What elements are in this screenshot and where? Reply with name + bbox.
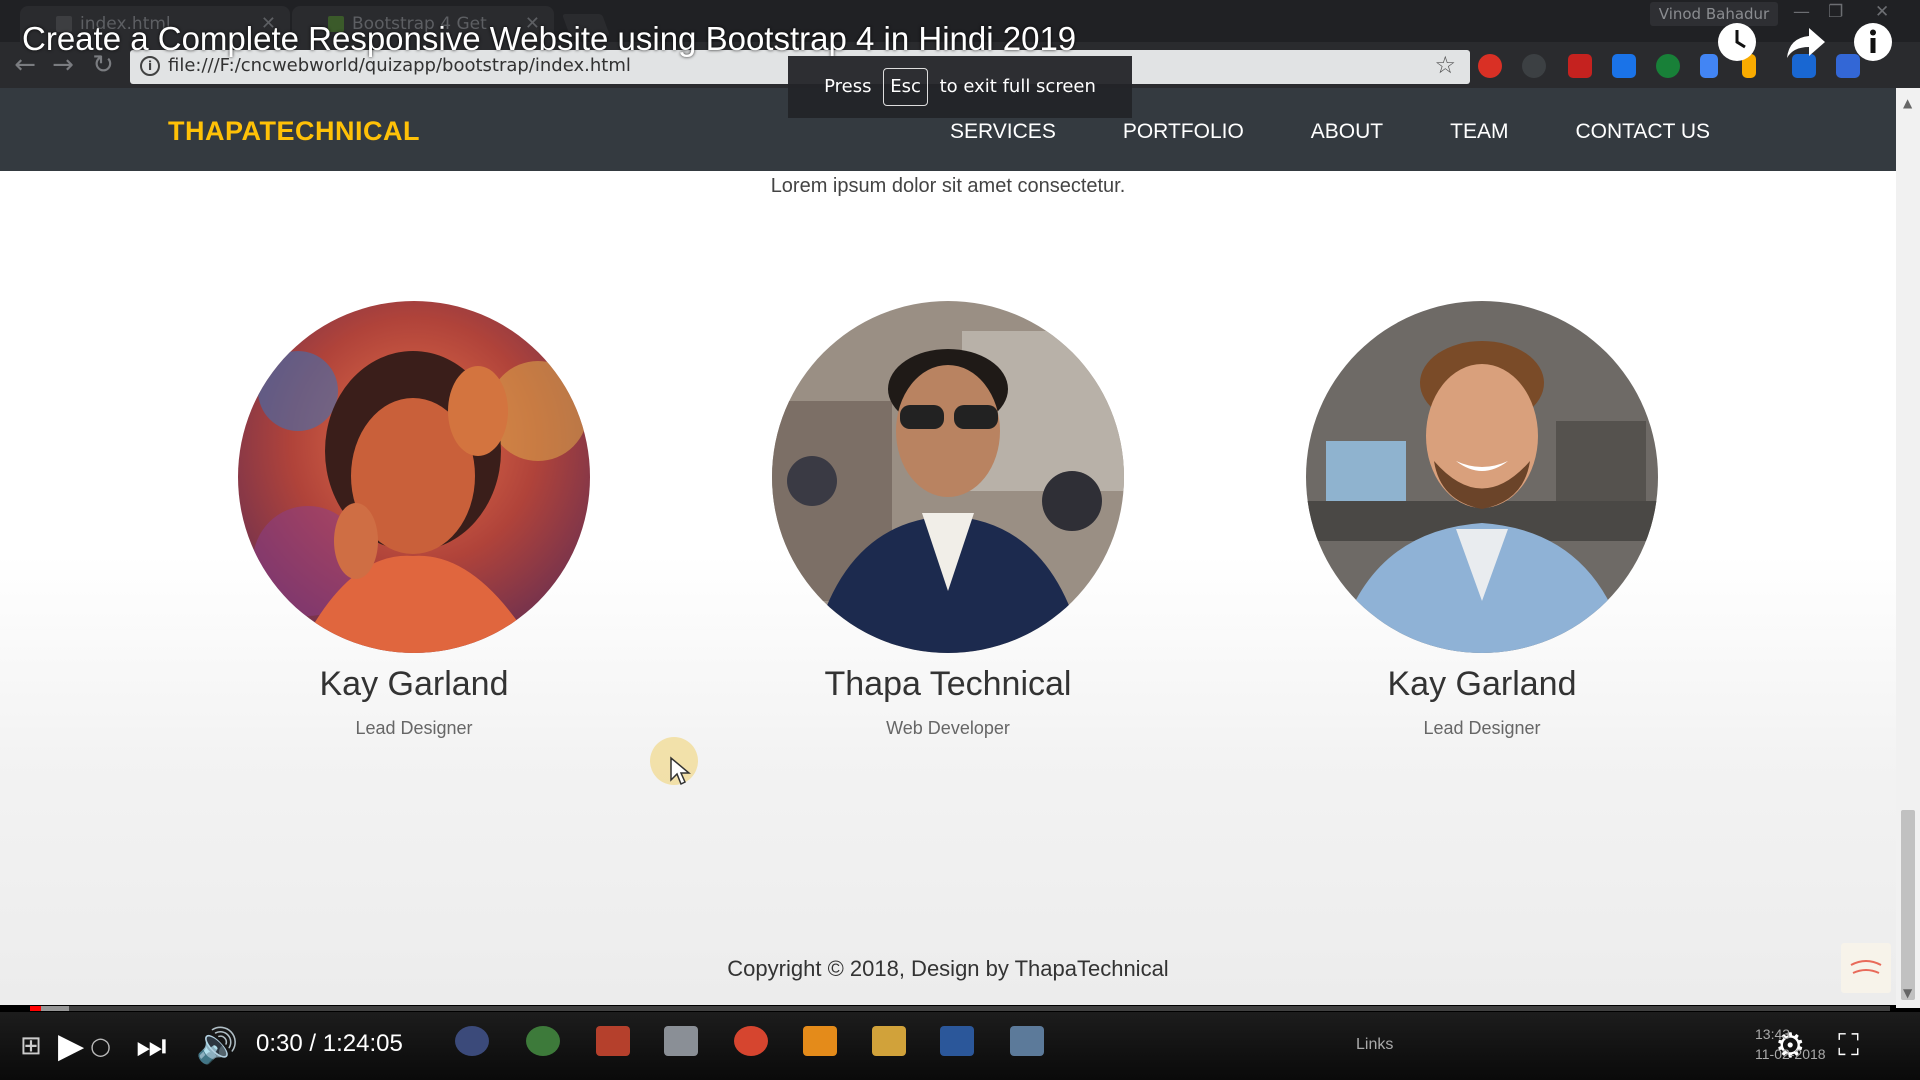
url-text: file:///F:/cncwebworld/quizapp/bootstrap… xyxy=(168,55,631,76)
next-icon[interactable]: ⏭ xyxy=(136,1028,167,1064)
extension-icon[interactable] xyxy=(1568,54,1592,78)
file-explorer-icon[interactable] xyxy=(872,1026,906,1056)
extension-icon[interactable] xyxy=(1478,54,1502,78)
video-title[interactable]: Create a Complete Responsive Website usi… xyxy=(22,20,1076,58)
member-role: Web Developer xyxy=(886,718,1010,738)
scroll-up-icon[interactable]: ▲ xyxy=(1903,96,1912,110)
close-window-icon[interactable]: ✕ xyxy=(1875,2,1889,22)
word-icon[interactable] xyxy=(940,1026,974,1056)
chrome-icon[interactable] xyxy=(734,1026,768,1056)
watch-later-icon[interactable] xyxy=(1712,20,1762,70)
member-name: Kay Garland xyxy=(1387,665,1577,703)
nav-contact[interactable]: CONTACT US xyxy=(1575,120,1710,144)
fullscreen-exit-prompt: Press Esc to exit full screen xyxy=(788,56,1132,118)
member-name: Kay Garland xyxy=(319,665,509,703)
clock-date[interactable]: 11-02-2018 xyxy=(1755,1046,1826,1062)
avatar xyxy=(238,301,590,653)
screen: index.html ✕ Bootstrap 4 Get Started ✕ V… xyxy=(0,0,1920,1080)
nav-team[interactable]: TEAM xyxy=(1450,120,1508,144)
extension-icon[interactable] xyxy=(1656,54,1680,78)
volume-icon[interactable]: 🔊 xyxy=(196,1028,238,1064)
avatar xyxy=(1306,301,1658,653)
share-icon[interactable] xyxy=(1780,20,1830,70)
page-scrollbar[interactable]: ▲ ▼ xyxy=(1896,88,1920,1008)
windows-start-icon[interactable]: ⊞ xyxy=(20,1028,42,1064)
scrollbar-thumb[interactable] xyxy=(1901,810,1915,1000)
nav-about[interactable]: ABOUT xyxy=(1311,120,1383,144)
nav-portfolio[interactable]: PORTFOLIO xyxy=(1123,120,1244,144)
bookmark-star-icon[interactable]: ☆ xyxy=(1434,51,1456,79)
current-time: 0:30 xyxy=(256,1030,303,1057)
nav-services[interactable]: SERVICES xyxy=(950,120,1056,144)
avatar xyxy=(772,301,1124,653)
exit-fullscreen-icon[interactable]: ⛶ xyxy=(1838,1028,1859,1064)
member-role: Lead Designer xyxy=(1423,718,1541,738)
extension-icon[interactable] xyxy=(1522,54,1546,78)
site-brand[interactable]: THAPATECHNICAL xyxy=(168,116,420,147)
taskbar-app-icon[interactable] xyxy=(596,1026,630,1056)
clock-time[interactable]: 13:43 xyxy=(1755,1026,1790,1042)
taskbar-app-icon[interactable] xyxy=(526,1026,560,1056)
mouse-cursor-icon xyxy=(670,756,691,786)
prompt-text: to exit full screen xyxy=(939,76,1096,97)
total-time: 1:24:05 xyxy=(322,1030,403,1057)
info-icon[interactable]: i xyxy=(140,56,160,76)
played-bar xyxy=(30,1006,42,1011)
taskbar-app-icon[interactable] xyxy=(1010,1026,1044,1056)
taskbar-app-icon[interactable] xyxy=(455,1026,489,1056)
scroll-down-icon[interactable]: ▼ xyxy=(1903,986,1912,1000)
member-role: Lead Designer xyxy=(355,718,473,738)
mail-icon[interactable] xyxy=(664,1026,698,1056)
search-circle-icon[interactable]: ○ xyxy=(90,1028,111,1064)
play-icon[interactable]: ▶ xyxy=(58,1028,84,1064)
info-card-icon[interactable] xyxy=(1848,20,1898,70)
team-section: Lorem ipsum dolor sit amet consectetur. xyxy=(0,171,1896,1005)
sublime-text-icon[interactable] xyxy=(803,1026,837,1056)
team-member-card: Thapa Technical Web Developer xyxy=(768,301,1128,739)
minimize-icon[interactable]: — xyxy=(1793,2,1810,22)
team-member-card: Kay Garland Lead Designer xyxy=(234,301,594,739)
video-progress-bar[interactable] xyxy=(30,1006,1890,1011)
site-nav-links: SERVICES PORTFOLIO ABOUT TEAM CONTACT US xyxy=(950,120,1777,144)
channel-watermark-logo[interactable] xyxy=(1841,943,1891,993)
footer-copyright: Copyright © 2018, Design by ThapaTechnic… xyxy=(727,956,1169,981)
team-member-card: Kay Garland Lead Designer xyxy=(1302,301,1662,739)
links-toolbar[interactable]: Links xyxy=(1356,1036,1393,1054)
section-subtitle: Lorem ipsum dolor sit amet consectetur. xyxy=(770,175,1126,197)
prompt-text: Press xyxy=(824,76,872,97)
esc-key-badge: Esc xyxy=(883,68,928,106)
video-time: 0:30 / 1:24:05 xyxy=(256,1030,403,1057)
restore-icon[interactable]: ❐ xyxy=(1828,2,1843,22)
extension-icon[interactable] xyxy=(1612,54,1636,78)
member-name: Thapa Technical xyxy=(824,665,1072,703)
